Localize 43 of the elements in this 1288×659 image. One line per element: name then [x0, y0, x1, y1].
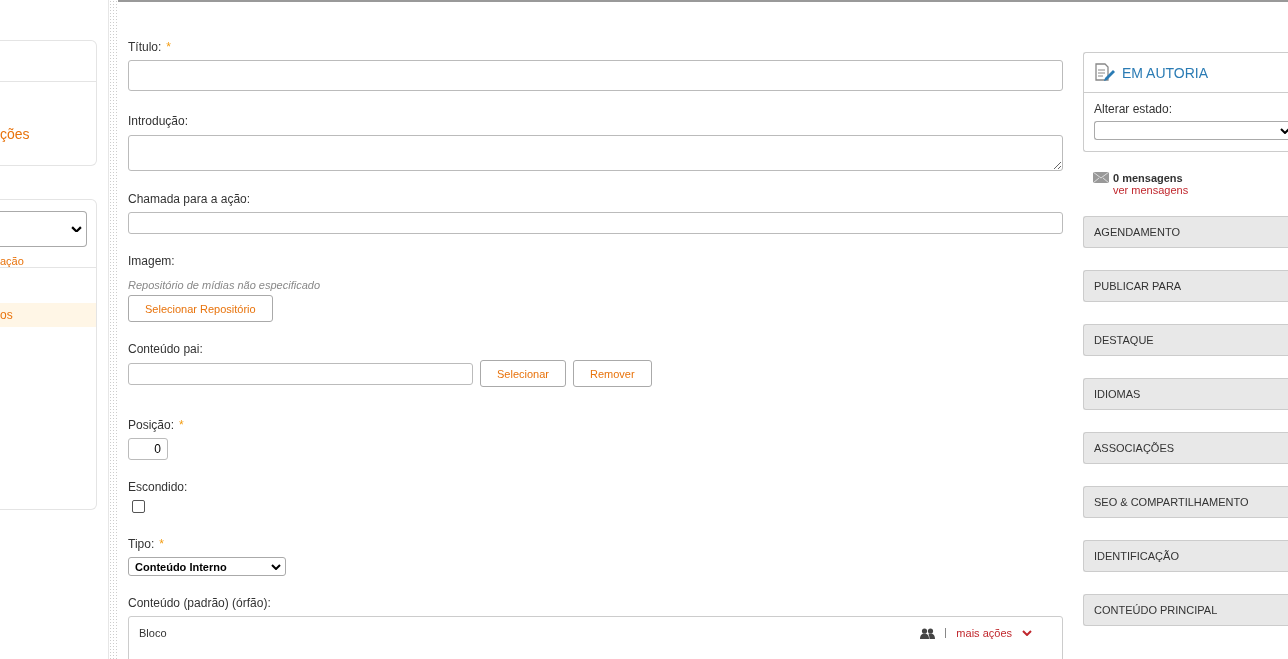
field-label: Posição: * [128, 418, 184, 432]
field-label: Conteúdo (padrão) (órfão): [128, 596, 271, 610]
field-label: Chamada para a ação: [128, 192, 251, 206]
required-mark: * [159, 537, 164, 551]
chevron-down-icon [271, 563, 281, 570]
message-count: 0 mensagens [1113, 172, 1184, 184]
section-header[interactable]: IDENTIFICAÇÃO [1083, 540, 1288, 572]
text-field[interactable] [128, 212, 1063, 234]
section-header[interactable]: PUBLICAR PARA [1083, 270, 1288, 302]
section-header[interactable]: SEO & COMPARTILHAMENTO [1083, 486, 1288, 518]
field-label: Escondido: [128, 480, 188, 494]
chevron-down-icon [1280, 127, 1288, 134]
workflow-state: EM AUTORIA [1122, 64, 1209, 81]
field-label: Conteúdo pai: [128, 342, 203, 356]
section-header[interactable]: DESTAQUE [1083, 324, 1288, 356]
number-field[interactable]: 0 [128, 438, 168, 460]
chevron-down-icon [71, 225, 82, 233]
section-header[interactable]: CONTEÚDO PRINCIPAL [1083, 594, 1288, 626]
state-select[interactable] [1094, 121, 1288, 140]
checkbox[interactable] [132, 500, 145, 513]
view-messages-link[interactable]: ver mensagens [1113, 184, 1189, 196]
text-area[interactable] [128, 135, 1063, 171]
field-label: Título: * [128, 40, 172, 54]
chevron-down-icon [1022, 630, 1032, 636]
sidebar-select[interactable] [0, 211, 87, 247]
field-label: Alterar estado: [1094, 102, 1174, 116]
field-label: Imagem: [128, 254, 175, 268]
required-mark: * [179, 418, 184, 432]
section-header[interactable]: IDIOMAS [1083, 378, 1288, 410]
type-select[interactable]: Conteúdo Interno [128, 557, 286, 576]
more-actions-link[interactable]: mais ações [956, 627, 1012, 639]
section-header[interactable]: AGENDAMENTO [1083, 216, 1288, 248]
required-mark: * [166, 40, 172, 54]
field-label: Introdução: [128, 114, 189, 128]
section-header[interactable]: ASSOCIAÇÕES [1083, 432, 1288, 464]
document-pencil-icon [1094, 62, 1116, 83]
users-icon [920, 627, 936, 639]
field-label: Tipo: * [128, 537, 164, 551]
text-field[interactable] [128, 362, 473, 385]
text-field[interactable] [128, 60, 1063, 91]
block-title: Bloco [139, 627, 167, 639]
envelope-icon [1093, 172, 1109, 183]
media-note: Repositório de mídias não especificado [128, 279, 320, 291]
